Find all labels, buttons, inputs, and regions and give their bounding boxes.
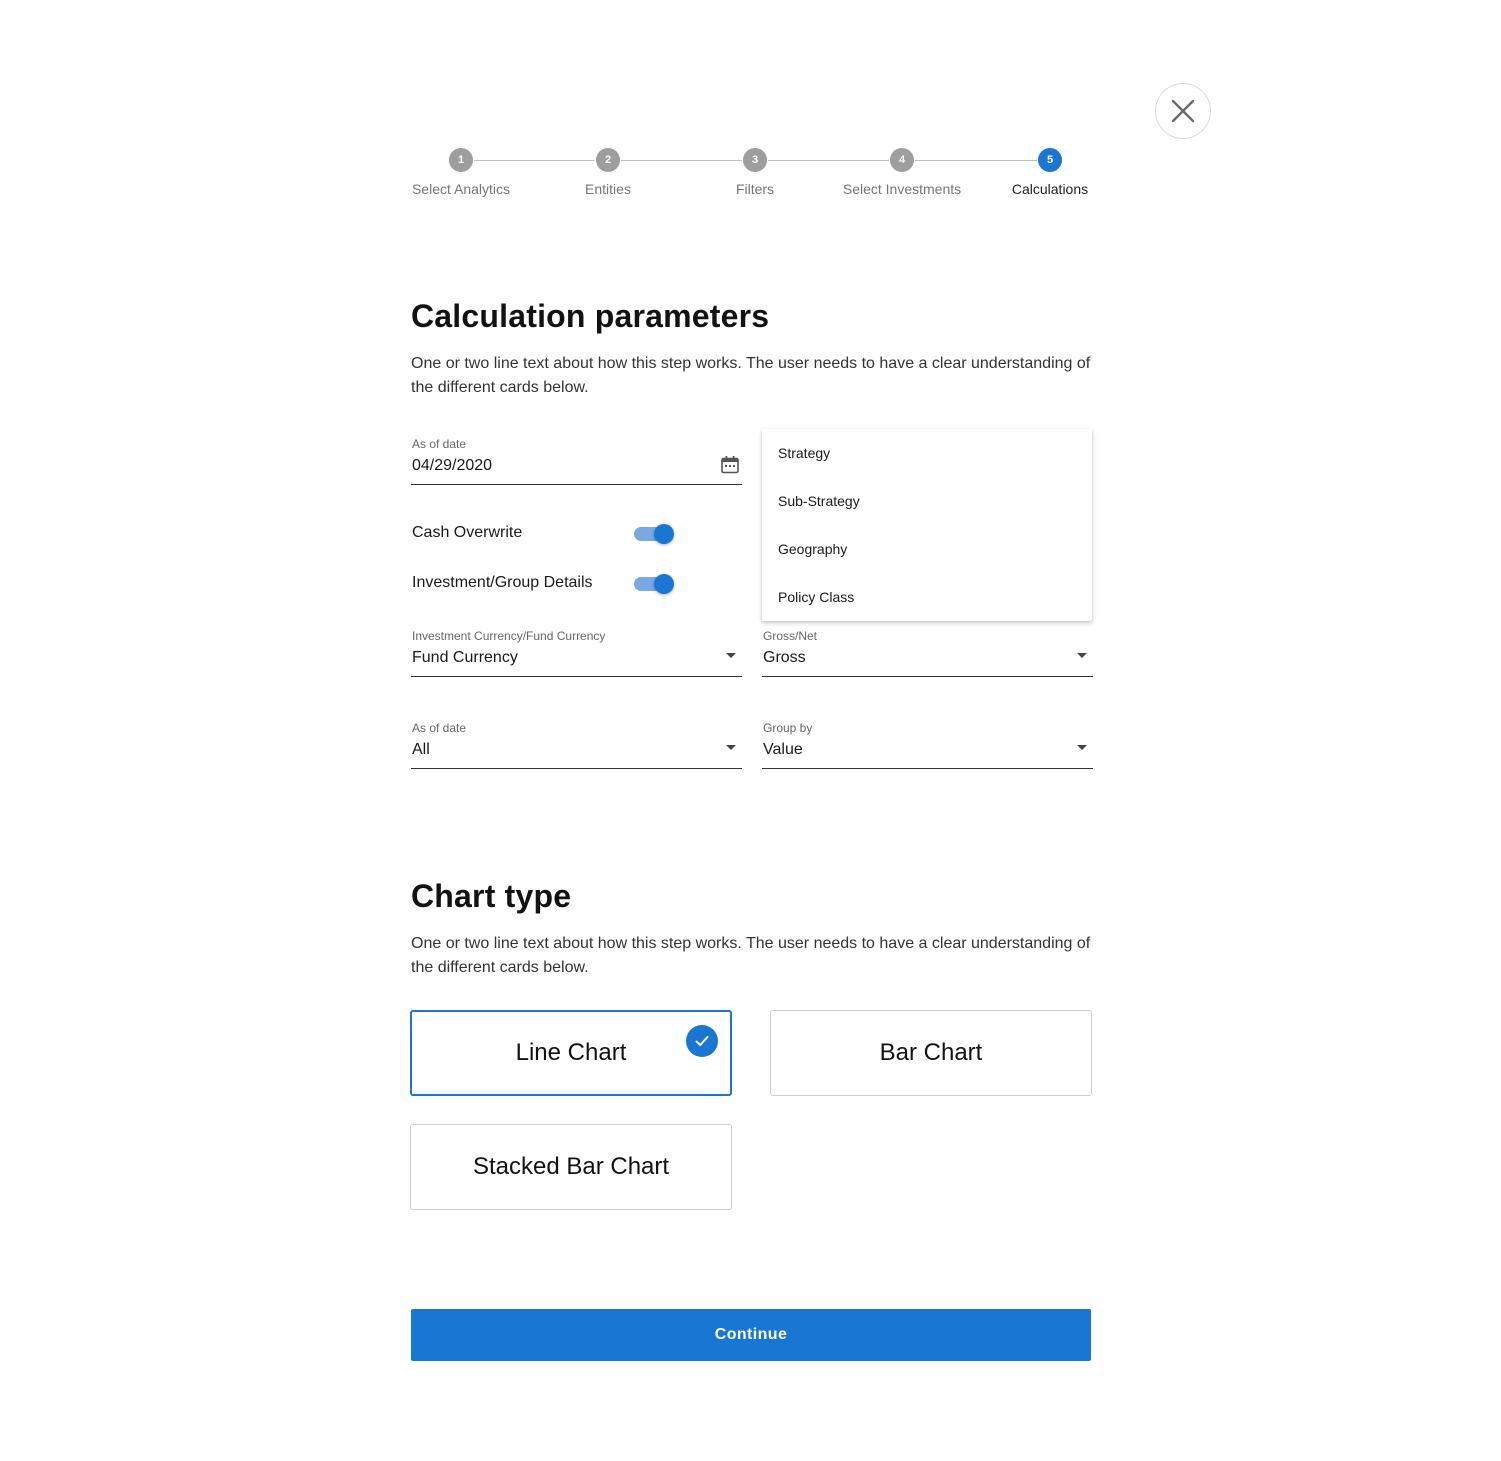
cash-overwrite-row: Cash Overwrite xyxy=(412,519,676,547)
continue-button[interactable]: Continue xyxy=(411,1309,1091,1361)
chevron-down-icon xyxy=(726,745,736,750)
step-number: 4 xyxy=(890,148,914,172)
toggle-label: Cash Overwrite xyxy=(412,524,523,541)
step-calculations[interactable]: 5 Calculations xyxy=(970,148,1130,197)
step-select-investments[interactable]: 4 Select Investments xyxy=(822,148,982,197)
step-filters[interactable]: 3 Filters xyxy=(675,148,835,197)
step-number: 1 xyxy=(449,148,473,172)
field-label: Gross/Net xyxy=(763,629,818,643)
step-label: Select Investments xyxy=(842,181,962,197)
chart-type-description: One or two line text about how this step… xyxy=(411,935,1091,976)
group-dropdown-menu: Strategy Sub-Strategy Geography Policy C… xyxy=(762,429,1092,621)
field-value: Fund Currency xyxy=(412,649,518,666)
field-label: As of date xyxy=(412,721,467,735)
field-value: Value xyxy=(763,741,803,758)
currency-select[interactable]: Investment Currency/Fund Currency Fund C… xyxy=(411,629,742,677)
chevron-down-icon xyxy=(1077,745,1087,750)
as-of-date-field[interactable]: As of date 04/29/2020 xyxy=(411,437,742,485)
field-label: As of date xyxy=(412,437,467,451)
cash-overwrite-toggle[interactable] xyxy=(634,523,676,545)
step-label: Entities xyxy=(585,181,631,197)
step-number: 5 xyxy=(1038,148,1062,172)
step-label: Calculations xyxy=(1011,181,1089,197)
line-chart-card[interactable]: Line Chart xyxy=(410,1010,732,1096)
menu-item-strategy[interactable]: Strategy xyxy=(762,429,1092,477)
card-label: Line Chart xyxy=(515,1039,627,1066)
close-button[interactable] xyxy=(1155,83,1211,139)
field-value: Gross xyxy=(763,649,806,666)
field-value: 04/29/2020 xyxy=(412,457,493,474)
card-label: Bar Chart xyxy=(879,1039,983,1066)
chart-type-title: Chart type xyxy=(411,878,572,914)
calculation-parameters-description: One or two line text about how this step… xyxy=(411,355,1091,396)
menu-item-policy-class[interactable]: Policy Class xyxy=(762,573,1092,621)
menu-item-geography[interactable]: Geography xyxy=(762,525,1092,573)
check-icon xyxy=(686,1025,718,1057)
step-select-analytics[interactable]: 1 Select Analytics xyxy=(381,148,541,197)
card-label: Stacked Bar Chart xyxy=(472,1153,670,1180)
as-of-date-select[interactable]: As of date All xyxy=(411,721,742,769)
chevron-down-icon xyxy=(1077,653,1087,658)
step-number: 3 xyxy=(743,148,767,172)
investment-group-details-toggle[interactable] xyxy=(634,573,676,595)
calculation-parameters-title: Calculation parameters xyxy=(411,298,770,334)
gross-net-select[interactable]: Gross/Net Gross xyxy=(762,629,1093,677)
stacked-bar-chart-card[interactable]: Stacked Bar Chart xyxy=(410,1124,732,1210)
toggle-thumb xyxy=(654,524,674,544)
toggle-thumb xyxy=(654,574,674,594)
calendar-icon[interactable] xyxy=(720,455,740,475)
step-entities[interactable]: 2 Entities xyxy=(528,148,688,197)
close-icon xyxy=(1171,99,1195,123)
field-label: Group by xyxy=(763,721,813,735)
stepper: 1 Select Analytics 2 Entities 3 Filters … xyxy=(0,148,1501,208)
step-number: 2 xyxy=(596,148,620,172)
chevron-down-icon xyxy=(726,653,736,658)
bar-chart-card[interactable]: Bar Chart xyxy=(770,1010,1092,1096)
toggle-label: Investment/Group Details xyxy=(412,574,593,591)
step-label: Select Analytics xyxy=(411,181,511,197)
step-label: Filters xyxy=(735,181,775,197)
field-value: All xyxy=(412,741,430,758)
field-label: Investment Currency/Fund Currency xyxy=(412,629,606,643)
group-by-select[interactable]: Group by Value xyxy=(762,721,1093,769)
menu-item-sub-strategy[interactable]: Sub-Strategy xyxy=(762,477,1092,525)
investment-group-details-row: Investment/Group Details xyxy=(412,569,676,597)
